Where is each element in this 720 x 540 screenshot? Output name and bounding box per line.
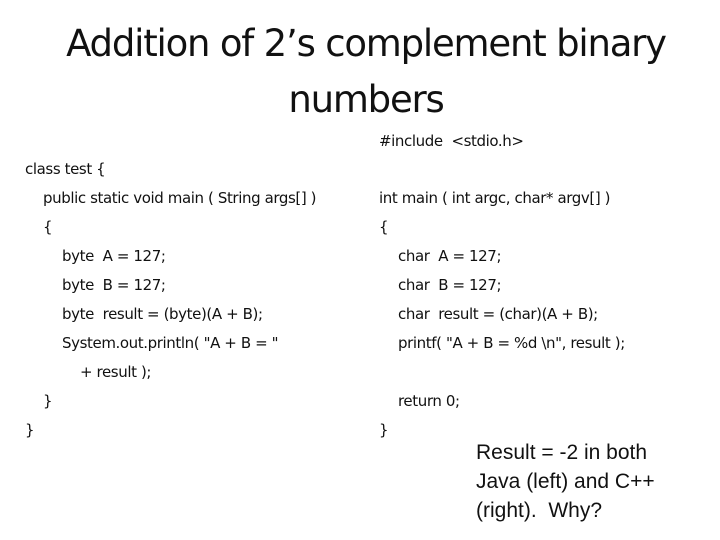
code-line: #include <stdio.h> xyxy=(379,132,524,150)
code-line: { xyxy=(43,218,53,236)
code-line: char B = 127; xyxy=(398,276,502,294)
code-line: } xyxy=(43,392,53,410)
title-line: Addition of 2’s complement binary xyxy=(66,22,667,65)
code-line: printf( "A + B = %d \n", result ); xyxy=(398,334,625,352)
code-line: } xyxy=(25,421,35,439)
code-line: { xyxy=(379,218,389,236)
code-line: System.out.println( "A + B = " xyxy=(62,334,279,352)
code-line: return 0; xyxy=(398,392,460,410)
note-line: (right). Why? xyxy=(476,499,603,522)
title-line: numbers xyxy=(288,78,444,121)
result-note: Result = -2 in both Java (left) and C++ … xyxy=(476,438,716,525)
code-line: + result ); xyxy=(80,363,152,381)
code-line: byte B = 127; xyxy=(62,276,166,294)
code-line: char result = (char)(A + B); xyxy=(398,305,598,323)
code-line: byte result = (byte)(A + B); xyxy=(62,305,263,323)
code-line: class test { xyxy=(25,160,106,178)
note-line: Java (left) and C++ xyxy=(476,470,655,493)
slide-title: Addition of 2’s complement binary number… xyxy=(30,16,702,128)
code-line: int main ( int argc, char* argv[] ) xyxy=(379,189,611,207)
code-line: public static void main ( String args[] … xyxy=(43,189,317,207)
note-line: Result = -2 in both xyxy=(476,441,648,464)
code-line: byte A = 127; xyxy=(62,247,166,265)
code-line: } xyxy=(379,421,389,439)
slide: Addition of 2’s complement binary number… xyxy=(0,0,720,540)
code-line: char A = 127; xyxy=(398,247,502,265)
